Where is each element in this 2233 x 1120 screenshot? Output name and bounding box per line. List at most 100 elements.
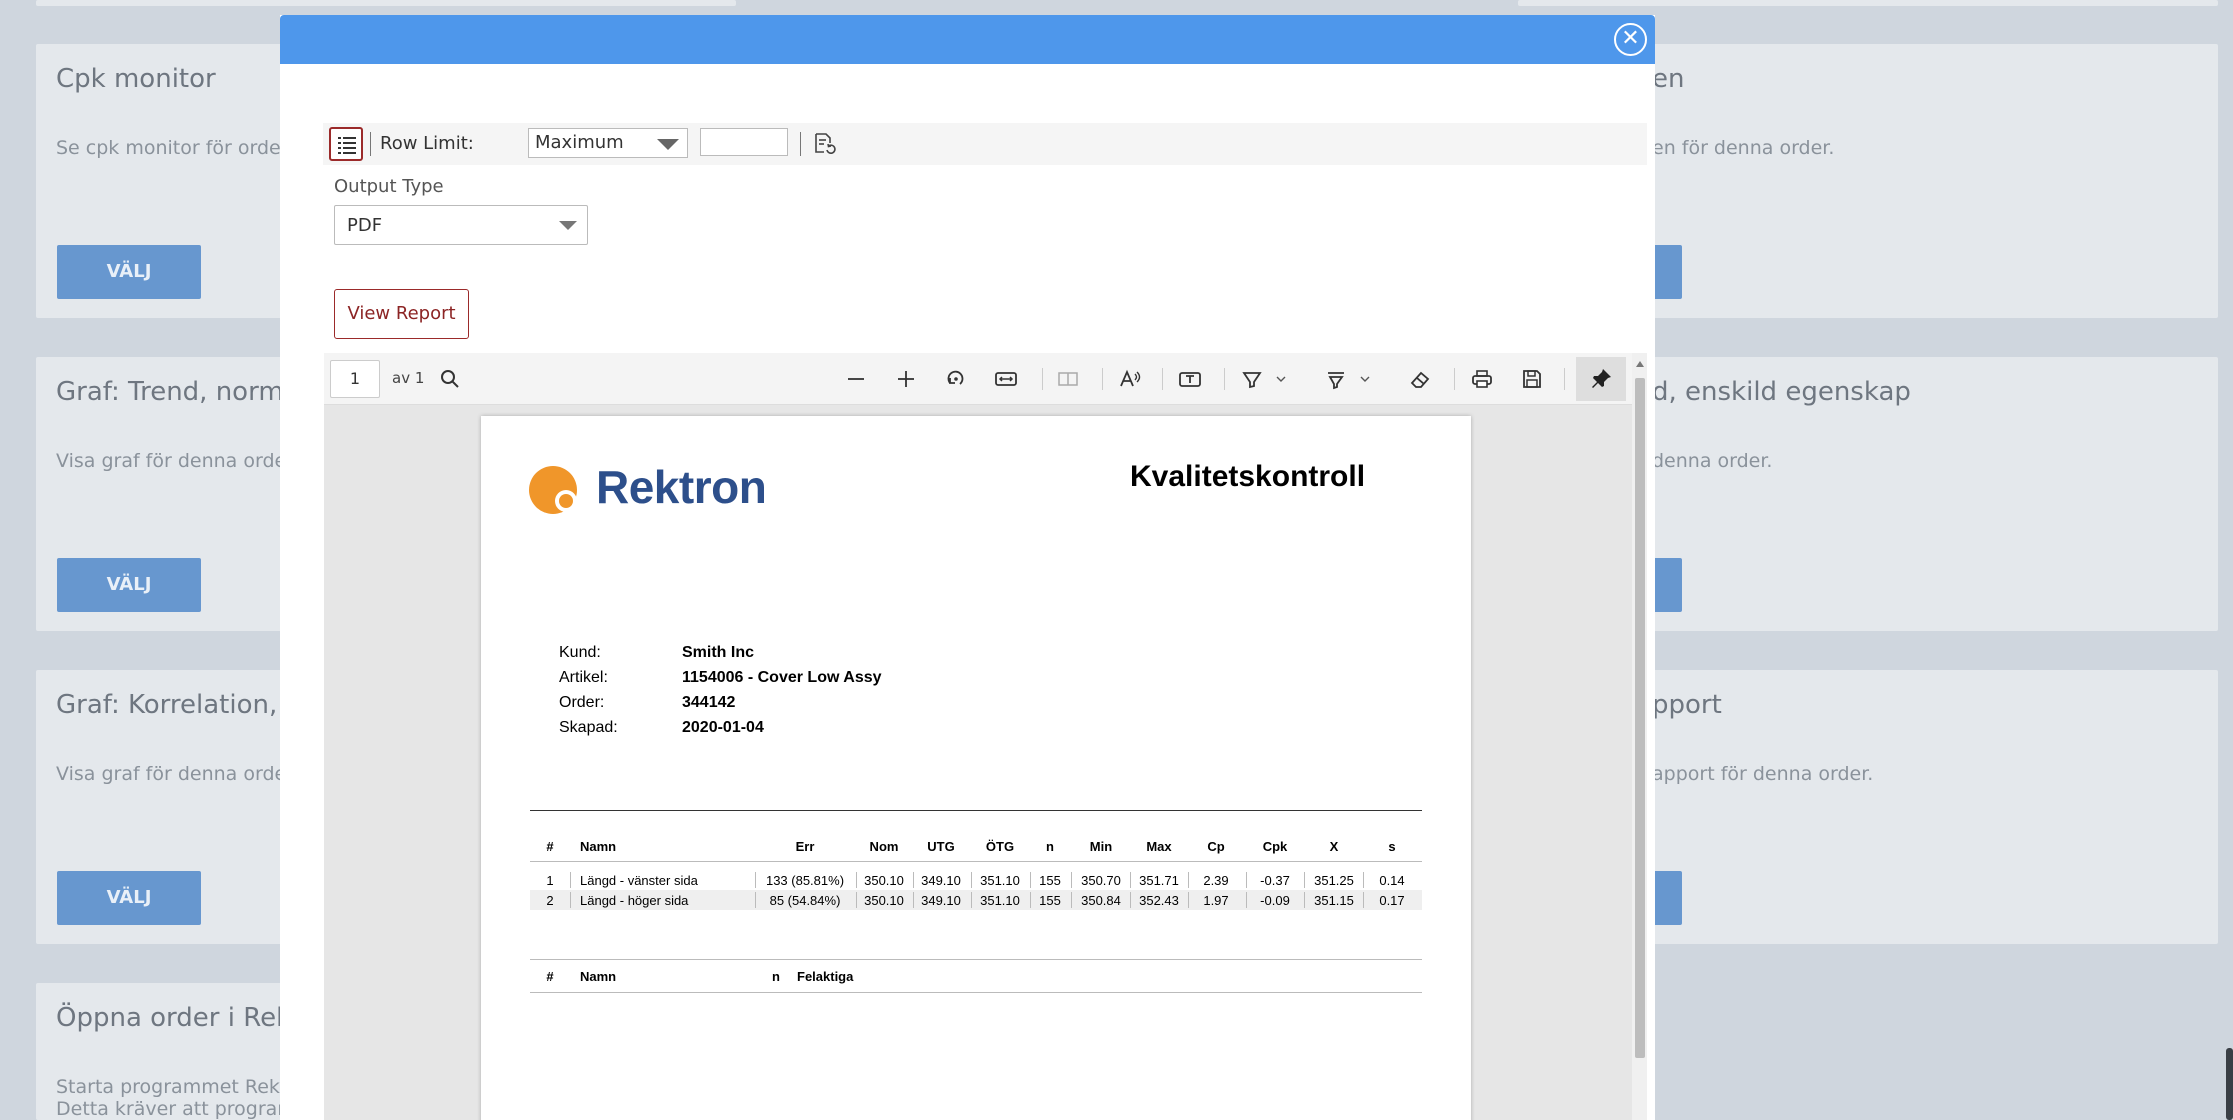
chevron-down-icon[interactable] — [1351, 365, 1370, 393]
viewer-scrollbar-thumb[interactable] — [1635, 378, 1645, 1058]
pdf-toolbar: 1 av 1 — [324, 353, 1632, 405]
erase-icon[interactable] — [1406, 365, 1434, 393]
table-header: # Namn Err Nom UTG ÖTG n Min Max Cp Cpk … — [530, 828, 1422, 862]
row-limit-input[interactable] — [700, 128, 788, 156]
scroll-up-icon[interactable] — [1636, 361, 1644, 367]
defects-table: # Namn n Felaktiga — [530, 959, 1422, 993]
page-view-icon[interactable] — [1054, 365, 1082, 393]
save-icon[interactable] — [1518, 365, 1546, 393]
bg-select-button[interactable]: VÄLJ — [57, 871, 201, 925]
bg-card-desc: Visa graf för denna order. — [56, 450, 299, 472]
zoom-in-icon[interactable] — [892, 365, 920, 393]
cell: Längd - vänster sida — [580, 873, 698, 888]
toolbar-separator — [1454, 368, 1455, 390]
bg-card-desc: apport för denna order. — [1652, 763, 1874, 785]
pin-toolbar-button[interactable] — [1576, 357, 1626, 401]
row-limit-select[interactable]: Maximum — [528, 128, 688, 158]
modal-header: ✕ — [280, 15, 1655, 64]
refresh-report-icon[interactable] — [812, 131, 838, 157]
highlight-icon[interactable] — [1238, 365, 1266, 393]
bg-card-title: Cpk monitor — [56, 64, 216, 94]
report-modal: ✕ Row Limit: Maximum Output Type PDF Vie… — [280, 15, 1655, 1120]
toolbar-separator — [800, 132, 801, 156]
col-header: n — [772, 969, 780, 984]
rektron-logo-icon — [529, 466, 577, 514]
cell: 350.10 — [864, 893, 904, 908]
cell: 0.14 — [1379, 873, 1405, 888]
cell: 155 — [1039, 893, 1061, 908]
col-header: n — [1046, 839, 1054, 854]
chevron-down-icon[interactable] — [1267, 365, 1286, 393]
col-header: Cp — [1207, 839, 1225, 854]
row-limit-value: Maximum — [535, 132, 624, 153]
pin-icon — [1592, 369, 1611, 388]
bg-card-desc: Visa graf för denna order. — [56, 763, 299, 785]
output-type-value: PDF — [347, 215, 383, 236]
col-header: # — [546, 839, 554, 854]
print-icon[interactable] — [1468, 365, 1496, 393]
fit-width-icon[interactable] — [992, 365, 1020, 393]
cell: 351.25 — [1314, 873, 1354, 888]
bg-card-desc: Se cpk monitor för order — [56, 137, 289, 159]
pdf-page: Rektron Kvalitetskontroll Kund: Smith In… — [481, 416, 1471, 1120]
bg-card-desc: Detta kräver att programv — [56, 1098, 308, 1120]
bg-select-button-stub[interactable] — [1652, 558, 1682, 612]
bg-card-title: pport — [1652, 690, 1722, 720]
page-number-input[interactable]: 1 — [330, 360, 380, 398]
toolbar-separator — [1224, 368, 1225, 390]
bg-card-title: Graf: Korrelation, fl — [56, 690, 302, 720]
cell: 155 — [1039, 873, 1061, 888]
zoom-out-icon[interactable] — [842, 365, 870, 393]
cell: 0.17 — [1379, 893, 1405, 908]
list-icon — [338, 137, 356, 154]
toolbar-separator — [1162, 368, 1163, 390]
output-type-select[interactable]: PDF — [334, 205, 588, 245]
info-key: Order: — [559, 694, 605, 711]
cell: 349.10 — [921, 873, 961, 888]
parameters-toggle-button[interactable] — [329, 127, 363, 161]
close-icon[interactable]: ✕ — [1614, 23, 1647, 56]
cell: 350.70 — [1081, 873, 1121, 888]
bg-card-desc: en för denna order. — [1652, 137, 1835, 159]
cell: 133 (85.81%) — [765, 873, 845, 888]
toolbar-separator — [1564, 368, 1565, 390]
col-header: Err — [795, 839, 815, 854]
table-row: 1 Längd - vänster sida 133 (85.81%) 350.… — [530, 870, 1422, 890]
bg-card-desc: Starta programmet Rektro — [56, 1076, 307, 1098]
cell: 1.97 — [1203, 893, 1229, 908]
col-header: ÖTG — [985, 839, 1015, 854]
rotate-icon[interactable] — [942, 365, 970, 393]
draw-icon[interactable] — [1322, 365, 1350, 393]
bg-select-button[interactable]: VÄLJ — [57, 245, 201, 299]
col-header: Min — [1089, 839, 1113, 854]
report-title: Kvalitetskontroll — [1130, 460, 1366, 493]
toolbar-separator — [1042, 368, 1043, 390]
bg-select-button[interactable]: VÄLJ — [57, 558, 201, 612]
pdf-viewer: 1 av 1 Rektron Kvalitetskontroll Kund: S… — [324, 353, 1647, 1120]
view-report-button[interactable]: View Report — [334, 289, 469, 339]
cell: 351.71 — [1139, 873, 1179, 888]
search-icon[interactable] — [436, 365, 464, 393]
cell: -0.37 — [1260, 873, 1290, 888]
col-header: Namn — [580, 969, 617, 984]
info-value: Smith Inc — [682, 644, 755, 661]
measurement-table: # Namn Err Nom UTG ÖTG n Min Max Cp Cpk … — [530, 828, 1422, 910]
row-limit-label: Row Limit: — [380, 133, 474, 154]
bg-select-button-stub[interactable] — [1652, 871, 1682, 925]
col-header: s — [1388, 839, 1396, 854]
page-scrollbar[interactable] — [2226, 1048, 2233, 1120]
info-key: Kund: — [559, 644, 601, 661]
read-aloud-icon[interactable] — [1116, 365, 1144, 393]
section-divider — [530, 810, 1422, 811]
info-key: Skapad: — [559, 719, 618, 736]
cell: 351.10 — [980, 873, 1020, 888]
info-value: 1154006 - Cover Low Assy — [682, 669, 882, 686]
text-box-icon[interactable] — [1176, 365, 1204, 393]
bg-strip — [36, 0, 736, 6]
toolbar-separator — [1102, 368, 1103, 390]
info-value: 2020-01-04 — [682, 719, 764, 736]
report-toolbar: Row Limit: Maximum — [323, 123, 1647, 165]
bg-select-button-stub[interactable] — [1652, 245, 1682, 299]
chevron-down-icon — [657, 139, 679, 150]
bg-card-title: d, enskild egenskap — [1652, 377, 1911, 407]
